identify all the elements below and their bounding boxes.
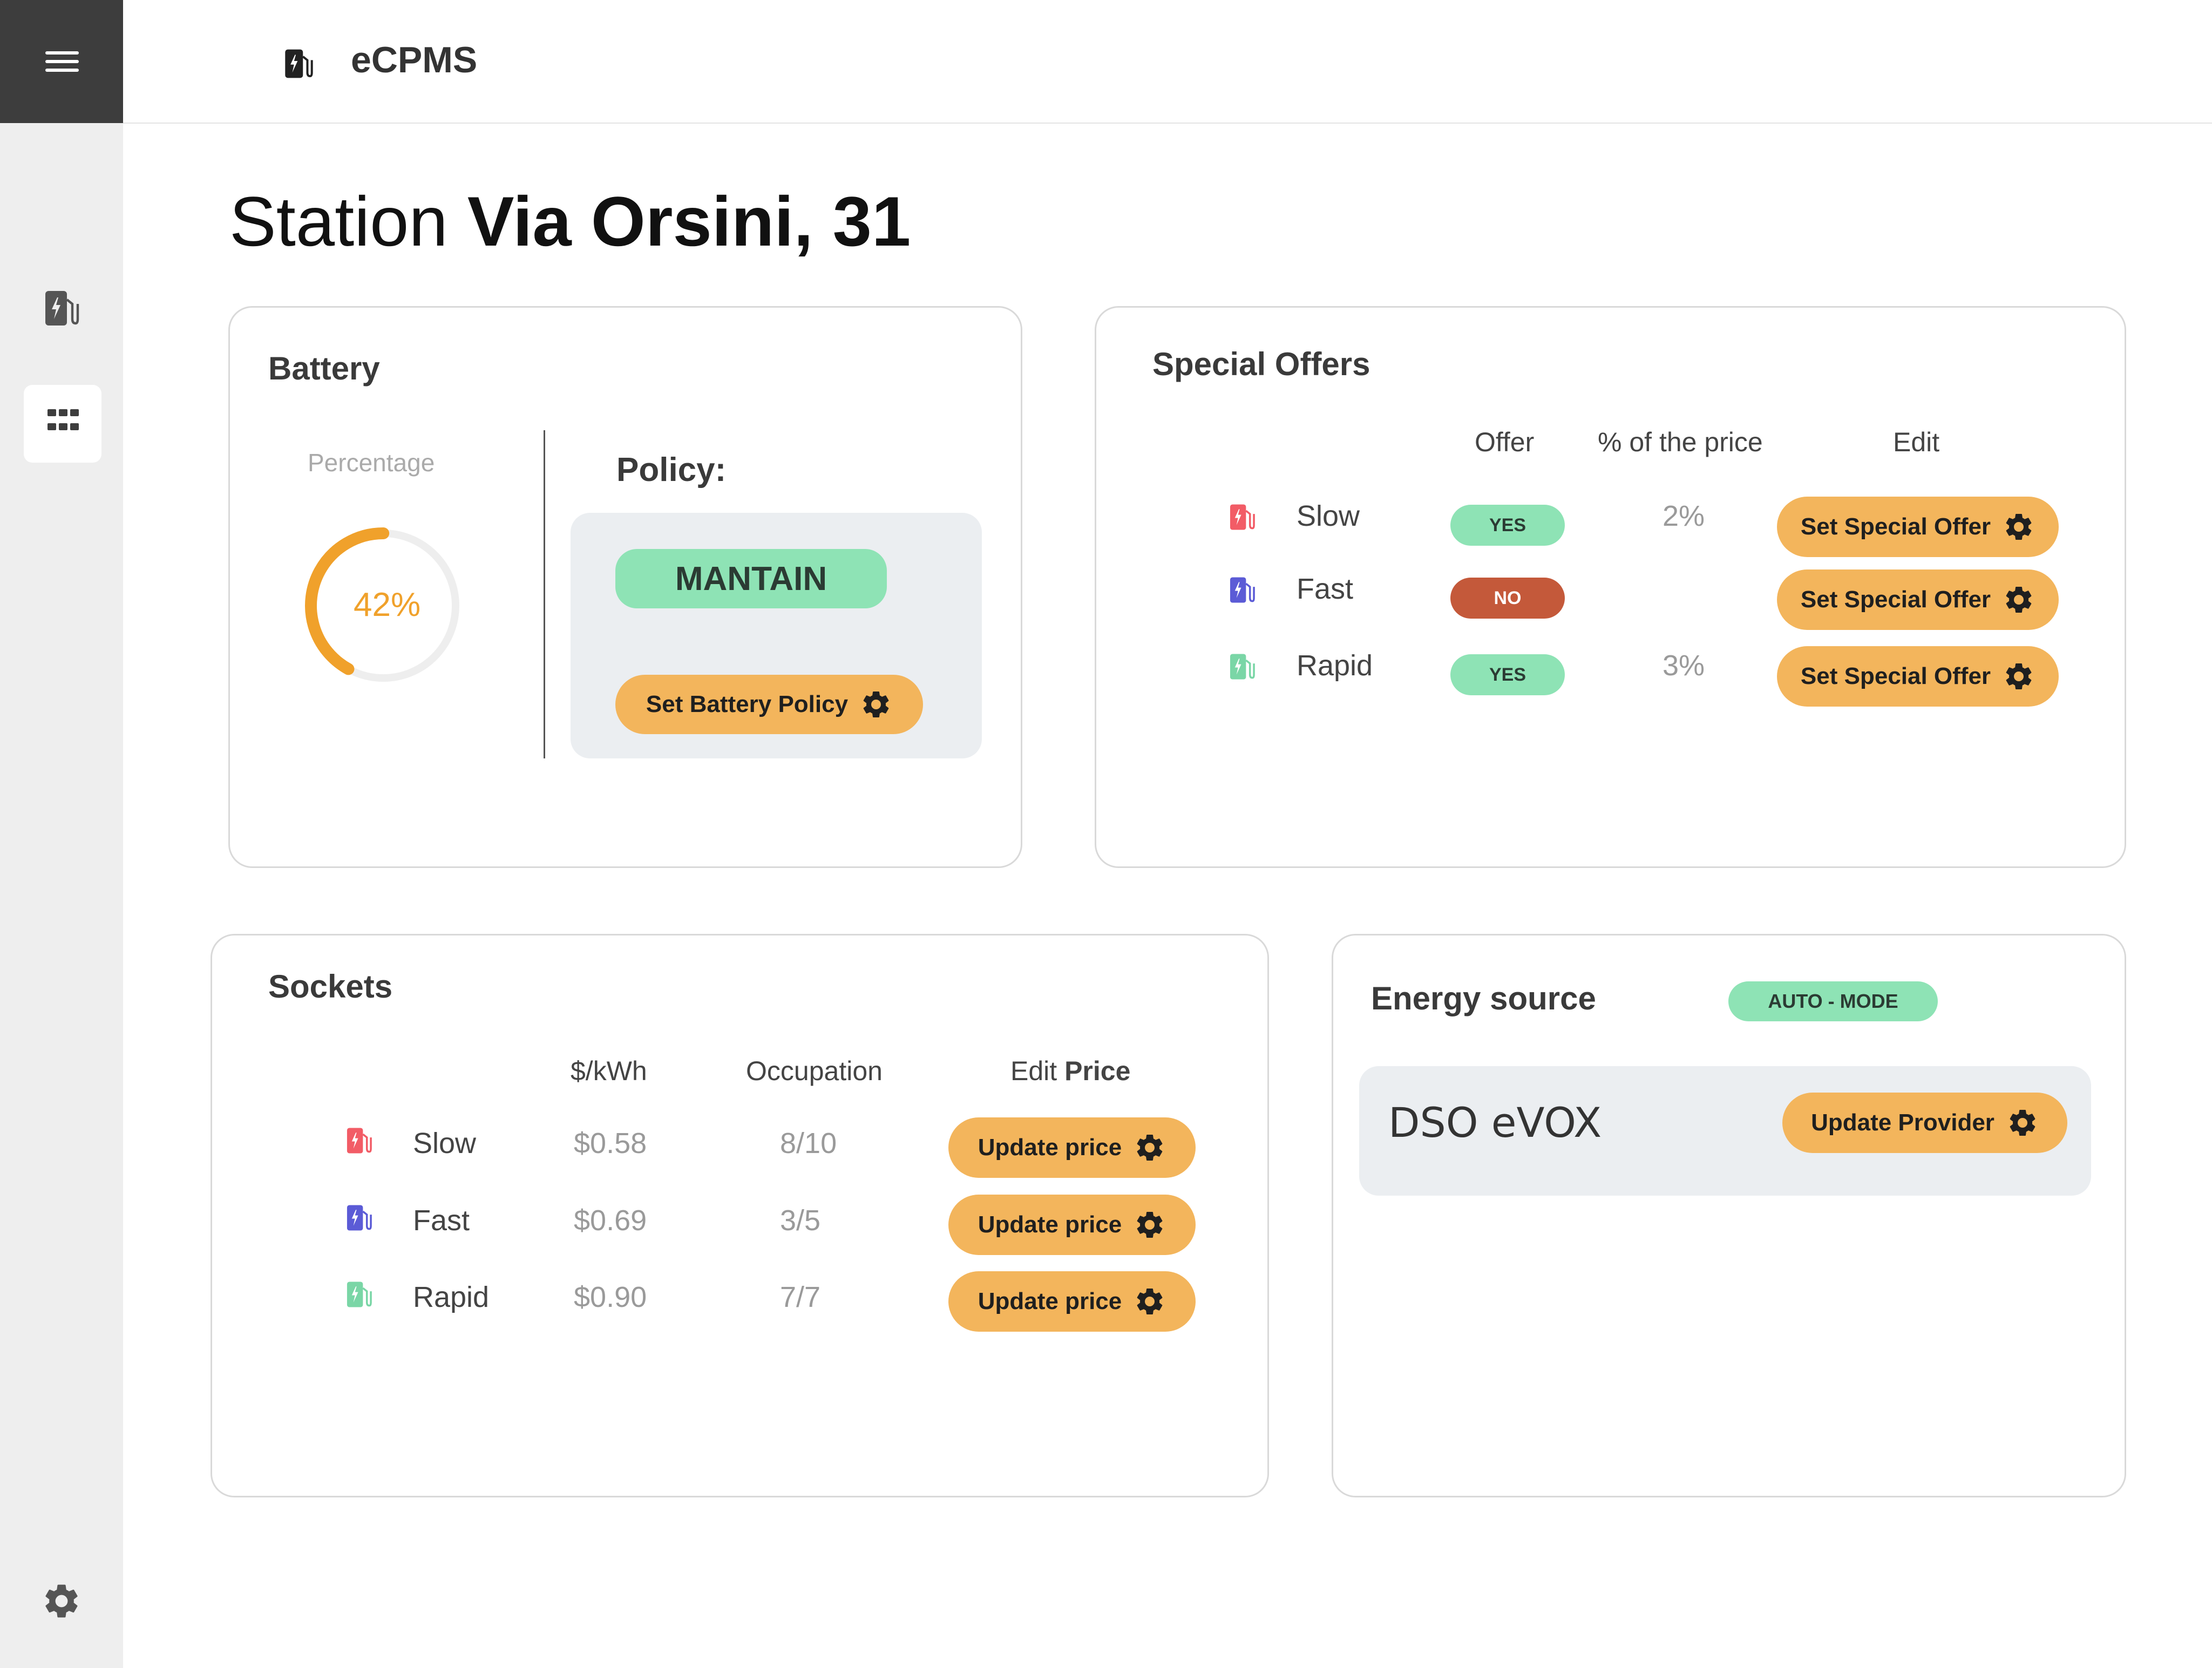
energy-source-title: Energy source — [1371, 980, 1596, 1016]
update-price-label: Update price — [978, 1288, 1122, 1314]
page-title-prefix: Station — [229, 182, 448, 261]
price-column-header: $/kWh — [571, 1056, 647, 1086]
hamburger-menu-icon[interactable] — [45, 51, 79, 72]
battery-percentage-value: 42% — [354, 586, 421, 623]
set-special-offer-label: Set Special Offer — [1800, 586, 1991, 613]
edit-column-header: Edit — [1893, 427, 1940, 457]
socket-price-fast: $0.69 — [574, 1204, 647, 1237]
charging-station-nav-icon[interactable] — [43, 289, 80, 330]
rapid-socket-icon — [347, 1281, 372, 1307]
socket-row-label-rapid: Rapid — [413, 1281, 490, 1313]
offer-status-badge-rapid: YES — [1450, 654, 1565, 695]
edit-header-word: Edit — [1010, 1056, 1057, 1086]
offer-percent-rapid: 3% — [1663, 649, 1705, 682]
sidebar — [0, 123, 123, 1668]
header-divider — [123, 123, 2212, 124]
occupation-column-header: Occupation — [746, 1056, 883, 1086]
gear-icon — [1137, 1212, 1163, 1238]
rapid-charger-icon — [1230, 654, 1255, 680]
update-provider-button[interactable]: Update Provider — [1782, 1093, 2067, 1153]
gear-icon — [863, 691, 889, 717]
auto-mode-badge: AUTO - MODE — [1728, 981, 1938, 1021]
battery-divider — [544, 430, 545, 758]
gear-icon — [2006, 586, 2032, 613]
settings-gear-icon[interactable] — [41, 1581, 82, 1624]
set-special-offer-label: Set Special Offer — [1800, 663, 1991, 689]
gear-icon — [1137, 1289, 1163, 1314]
gear-icon — [1137, 1135, 1163, 1161]
battery-card-title: Battery — [268, 350, 380, 387]
page-title: Station Via Orsini, 31 — [229, 181, 911, 262]
provider-name: DSO eVOX — [1388, 1099, 1602, 1147]
update-provider-label: Update Provider — [1811, 1109, 1994, 1136]
set-special-offer-button-slow[interactable]: Set Special Offer — [1777, 497, 2059, 557]
socket-row-label-fast: Fast — [413, 1204, 470, 1237]
socket-price-rapid: $0.90 — [574, 1281, 647, 1313]
update-price-button-rapid[interactable]: Update price — [948, 1271, 1196, 1332]
policy-label: Policy: — [616, 451, 727, 489]
set-special-offer-button-fast[interactable]: Set Special Offer — [1777, 569, 2059, 630]
socket-price-slow: $0.58 — [574, 1127, 647, 1160]
gear-icon — [2010, 1110, 2035, 1136]
fast-socket-icon — [347, 1205, 372, 1231]
socket-occupation-fast: 3/5 — [780, 1204, 821, 1237]
offer-percent-slow: 2% — [1663, 500, 1705, 532]
grid-icon — [48, 409, 79, 434]
socket-occupation-slow: 8/10 — [780, 1127, 837, 1160]
edit-price-column-header: Edit Price — [1010, 1055, 1130, 1087]
update-price-label: Update price — [978, 1211, 1122, 1238]
gear-icon — [2006, 513, 2032, 540]
set-special-offer-label: Set Special Offer — [1800, 513, 1991, 540]
price-header-word: Price — [1064, 1056, 1131, 1086]
fast-charger-icon — [1230, 577, 1255, 603]
percent-column-header: % of the price — [1598, 427, 1763, 457]
percentage-label: Percentage — [308, 449, 435, 477]
energy-source-card — [1332, 934, 2126, 1497]
offer-row-label-rapid: Rapid — [1297, 649, 1373, 682]
update-price-label: Update price — [978, 1134, 1122, 1161]
update-price-button-slow[interactable]: Update price — [948, 1117, 1196, 1178]
socket-row-label-slow: Slow — [413, 1127, 477, 1160]
offer-column-header: Offer — [1475, 427, 1535, 457]
station-name: Via Orsini, 31 — [467, 182, 911, 261]
slow-socket-icon — [347, 1128, 372, 1154]
set-battery-policy-label: Set Battery Policy — [646, 691, 849, 717]
special-offers-title: Special Offers — [1152, 346, 1370, 382]
offer-status-badge-slow: YES — [1450, 505, 1565, 546]
update-price-button-fast[interactable]: Update price — [948, 1195, 1196, 1255]
offer-row-label-slow: Slow — [1297, 500, 1360, 532]
slow-charger-icon — [1230, 504, 1255, 530]
socket-occupation-rapid: 7/7 — [780, 1281, 821, 1313]
offer-row-label-fast: Fast — [1297, 573, 1354, 605]
ev-station-logo-icon — [283, 48, 314, 83]
policy-badge: MANTAIN — [615, 549, 887, 608]
app-title: eCPMS — [351, 39, 478, 80]
set-battery-policy-button[interactable]: Set Battery Policy — [615, 675, 923, 734]
offer-status-badge-fast: NO — [1450, 578, 1565, 619]
sockets-title: Sockets — [268, 968, 393, 1005]
set-special-offer-button-rapid[interactable]: Set Special Offer — [1777, 646, 2059, 707]
gear-icon — [2006, 663, 2032, 689]
